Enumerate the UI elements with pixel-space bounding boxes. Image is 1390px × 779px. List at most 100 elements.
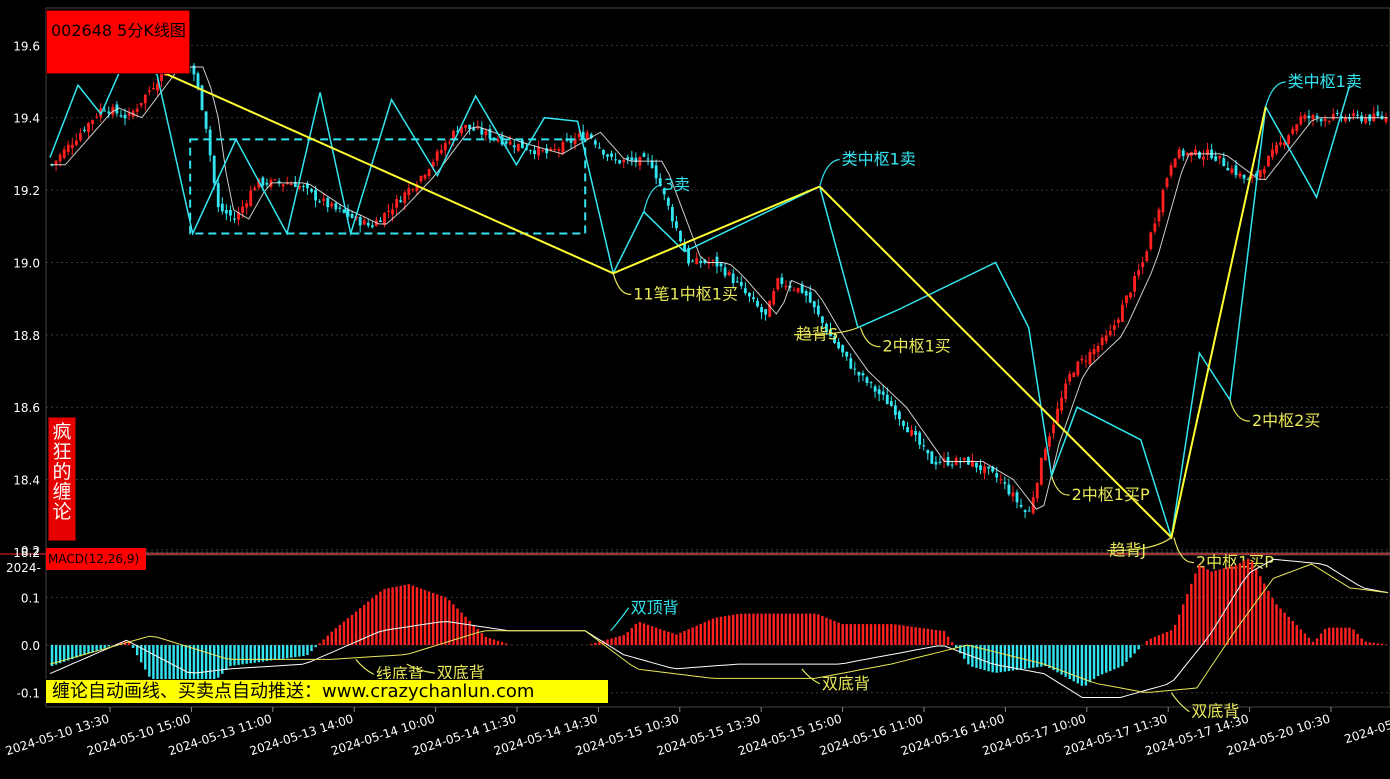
candle-body [1039, 457, 1043, 485]
candle-body [865, 377, 869, 383]
candle-body [70, 144, 74, 149]
candle-body [1080, 358, 1084, 361]
candle-body [938, 461, 942, 463]
x-axis-tick-label: 2024-05-20 [1343, 712, 1390, 747]
candle-body [995, 473, 999, 478]
candle-body [379, 220, 382, 223]
candle-body [1043, 449, 1047, 461]
candle-body [464, 124, 468, 128]
candle-body [561, 141, 565, 153]
candle-body [597, 147, 601, 149]
candle-body [808, 292, 812, 303]
candle-body [622, 159, 626, 163]
candle-body [918, 432, 922, 445]
side-brand-char: 的 [52, 461, 72, 483]
candle-body [1185, 152, 1189, 156]
candle-body [233, 218, 236, 220]
candle-body [508, 141, 512, 145]
price-axis-tick: 18.4 [13, 474, 40, 488]
candle-body [873, 386, 877, 392]
side-brand-char: 论 [52, 501, 72, 523]
candle-body [273, 179, 277, 181]
candle-body [350, 214, 354, 218]
candle-body [666, 197, 670, 206]
candle-body [983, 466, 986, 473]
candle-body [1315, 115, 1319, 118]
candle-body [439, 149, 443, 154]
candle-body [764, 309, 768, 315]
candle-body [427, 169, 431, 177]
chart-svg: 19.619.419.219.018.818.618.418.20.20.10.… [0, 7, 1390, 758]
candle-body [849, 358, 853, 369]
candle-body [630, 157, 634, 161]
candle-body [1356, 114, 1360, 116]
annotation-arrow [859, 327, 881, 348]
candle-body [301, 186, 305, 188]
candle-body [1291, 128, 1295, 134]
candle-body [902, 421, 905, 426]
candle-body [1327, 120, 1331, 122]
candle-body [1226, 168, 1230, 171]
promo-banner: 缠论自动画线、买卖点自动推送：www.crazychanlun.com [45, 679, 609, 704]
candle-body [1088, 352, 1092, 365]
candle-body [370, 225, 374, 228]
candle-body [1133, 276, 1137, 292]
macd-annotation: 双顶背 [631, 598, 679, 617]
candle-body [338, 207, 342, 209]
candle-body [1157, 209, 1161, 222]
candle-body [1303, 114, 1307, 119]
candle-body [752, 297, 755, 300]
macd-annotation-arrow [801, 668, 821, 685]
candle-body [792, 289, 796, 291]
candle-body [249, 190, 253, 206]
candle-body [731, 273, 735, 284]
candle-body [650, 160, 654, 168]
candle-body [139, 102, 143, 106]
annotation-arrow [643, 184, 662, 212]
candle-body [889, 401, 893, 406]
chart-title-box: 002648 5分K线图 [46, 10, 190, 74]
candle-body [1108, 330, 1112, 336]
candle-body [1234, 165, 1238, 176]
annotation-arrow [612, 273, 632, 295]
candle-body [646, 158, 650, 160]
candle-body [966, 457, 970, 465]
candle-body [1076, 361, 1080, 376]
candle-body [1092, 348, 1096, 355]
candle-body [196, 73, 200, 89]
candle-body [1218, 155, 1222, 159]
candle-body [926, 449, 930, 454]
candle-body [585, 132, 589, 140]
candle-body [1153, 223, 1157, 232]
candle-body [1307, 115, 1311, 119]
candle-body [670, 207, 674, 222]
candle-body [322, 198, 326, 201]
candle-body [760, 307, 763, 313]
candle-body [504, 141, 508, 144]
candle-body [1173, 158, 1177, 168]
candle-body [529, 150, 532, 152]
candle-body [1238, 173, 1242, 177]
candle-body [241, 206, 245, 213]
candle-body [1331, 114, 1335, 120]
candle-body [979, 465, 982, 471]
candle-body [1177, 149, 1181, 159]
candle-body [1048, 436, 1051, 447]
candle-body [869, 382, 873, 384]
candle-body [772, 291, 776, 305]
price-annotation: 2中枢1买P [1072, 485, 1150, 504]
candle-body [841, 345, 845, 353]
candle-body [537, 146, 540, 156]
macd-axis-date-fragment: 2024- [6, 561, 41, 575]
candle-body [1060, 397, 1064, 411]
annotation-arrow [819, 158, 840, 187]
candle-body [66, 144, 70, 152]
candle-body [265, 182, 269, 185]
candle-body [962, 457, 966, 461]
macd-axis-tick: 0.2 [21, 544, 40, 558]
candle-body [443, 143, 447, 151]
candle-body [780, 277, 784, 284]
price-annotation: 趋背J [1109, 541, 1146, 560]
price-annotation: 11笔1中枢1买 [633, 284, 738, 303]
candle-body [1084, 360, 1088, 362]
